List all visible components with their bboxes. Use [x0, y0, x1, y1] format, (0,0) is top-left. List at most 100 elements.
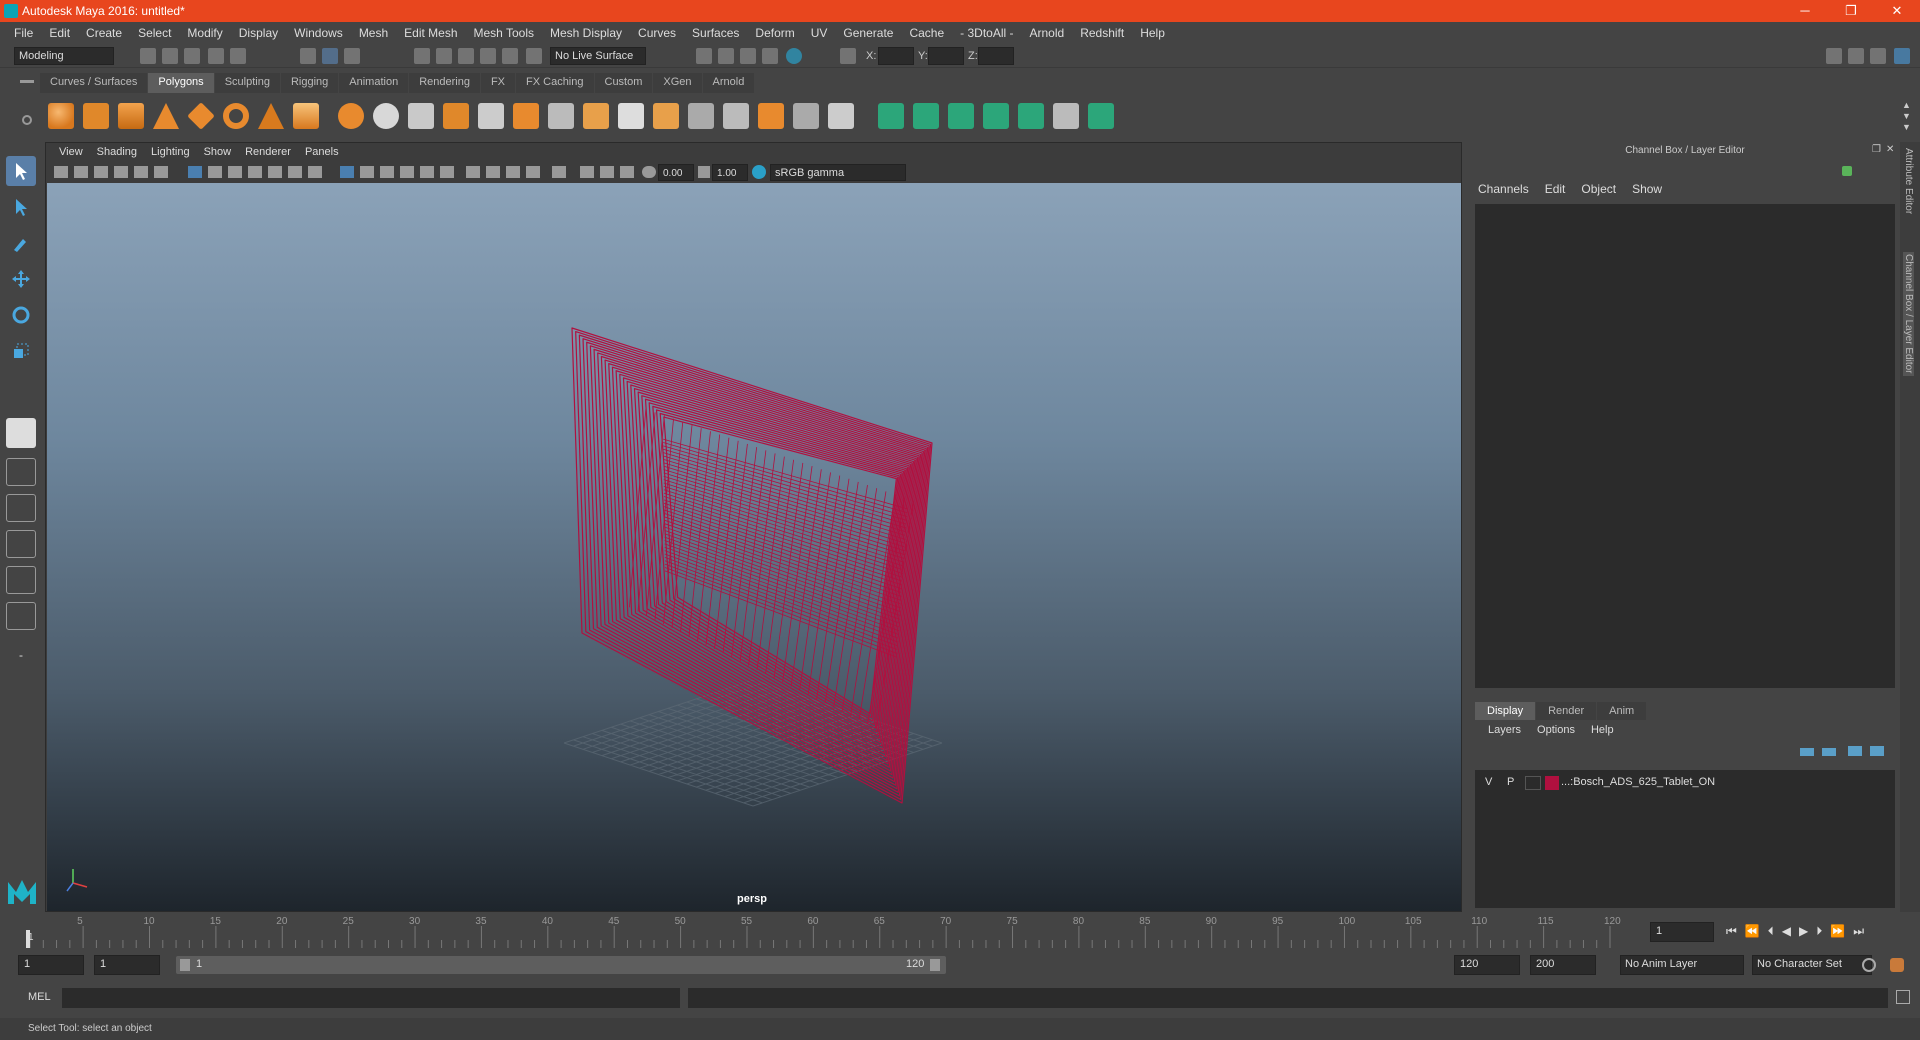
menu-redshift[interactable]: Redshift — [1072, 26, 1132, 40]
combine-icon[interactable] — [338, 103, 364, 129]
cb-menu-channels[interactable]: Channels — [1470, 182, 1537, 196]
select-hierarchy-icon[interactable] — [300, 48, 316, 64]
render-view-icon[interactable] — [696, 48, 712, 64]
exposure-field[interactable]: 0.00 — [658, 164, 694, 181]
uv-editor-icon[interactable] — [1053, 103, 1079, 129]
snap-surface-icon[interactable] — [502, 48, 518, 64]
save-scene-icon[interactable] — [184, 48, 200, 64]
motion-blur-icon[interactable] — [486, 166, 500, 178]
menu-windows[interactable]: Windows — [286, 26, 351, 40]
range-end-handle[interactable] — [930, 959, 940, 971]
use-all-lights-icon[interactable] — [420, 166, 434, 178]
wireframe-icon[interactable] — [340, 166, 354, 178]
menu-arnold[interactable]: Arnold — [1022, 26, 1073, 40]
channel-box-area[interactable] — [1475, 204, 1895, 688]
poly-pyramid-icon[interactable] — [258, 103, 284, 129]
grease-pencil-icon[interactable] — [154, 166, 168, 178]
gamma-icon[interactable] — [698, 166, 710, 178]
poly-plane-icon[interactable] — [187, 102, 215, 130]
planar-mapping-icon[interactable] — [878, 103, 904, 129]
layer-name[interactable]: ...:Bosch_ADS_625_Tablet_ON — [1561, 776, 1715, 788]
tab-custom[interactable]: Custom — [594, 73, 653, 93]
step-back-frame-icon[interactable]: ⏴ — [1768, 924, 1774, 939]
poly-torus-icon[interactable] — [223, 103, 249, 129]
exposure-icon[interactable] — [642, 166, 656, 178]
extrude-icon[interactable] — [583, 103, 609, 129]
cb-menu-object[interactable]: Object — [1573, 182, 1624, 196]
snap-grid-icon[interactable] — [414, 48, 430, 64]
menu-cache[interactable]: Cache — [901, 26, 952, 40]
select-object-icon[interactable] — [322, 48, 338, 64]
tab-anim[interactable]: Anim — [1597, 702, 1647, 720]
shadows-icon[interactable] — [440, 166, 454, 178]
redo-icon[interactable] — [230, 48, 246, 64]
play-backwards-icon[interactable]: ◀ — [1782, 924, 1791, 939]
manipulator-icon[interactable] — [1842, 166, 1852, 176]
layout-hypershade-icon[interactable] — [6, 602, 36, 630]
layout-more-icon[interactable]: - — [6, 644, 36, 666]
transfer-attributes-icon[interactable] — [1018, 103, 1044, 129]
bridge-icon[interactable] — [653, 103, 679, 129]
menu-3dtoall[interactable]: - 3DtoAll - — [952, 26, 1021, 40]
collapse-icon[interactable] — [828, 103, 854, 129]
tab-rendering[interactable]: Rendering — [409, 73, 480, 93]
play-forwards-icon[interactable]: ▶ — [1799, 924, 1808, 939]
depth-of-field-icon[interactable] — [526, 166, 540, 178]
boolean-icon[interactable] — [478, 103, 504, 129]
tab-rigging[interactable]: Rigging — [280, 73, 339, 93]
target-weld-icon[interactable] — [793, 103, 819, 129]
vp-menu-panels[interactable]: Panels — [298, 146, 346, 158]
twod-pan-icon[interactable] — [134, 166, 148, 178]
y-field[interactable] — [928, 47, 964, 65]
new-layer-selected-icon[interactable] — [1870, 746, 1884, 756]
isolate-select-icon[interactable] — [552, 166, 566, 178]
shelf-scroll-icon[interactable]: ▲ ▼ ▼ — [1902, 100, 1911, 133]
float-panel-icon[interactable]: ❐ — [1872, 144, 1881, 155]
menu-help[interactable]: Help — [1132, 26, 1173, 40]
menu-surfaces[interactable]: Surfaces — [684, 26, 747, 40]
go-to-end-icon[interactable]: ⏭ — [1853, 924, 1864, 939]
ipr-render-icon[interactable] — [740, 48, 756, 64]
snap-view-icon[interactable] — [480, 48, 496, 64]
bookmark-icon[interactable] — [94, 166, 108, 178]
xray-joints-icon[interactable] — [600, 166, 614, 178]
command-input[interactable] — [62, 988, 680, 1008]
time-slider[interactable]: 5 10 15 20 25 30 35 40 45 50 55 60 65 70 75 80 85 90 95 100… — [20, 914, 1640, 948]
layout-four-icon[interactable] — [6, 458, 36, 486]
z-field[interactable] — [978, 47, 1014, 65]
menu-select[interactable]: Select — [130, 26, 179, 40]
character-set-dropdown[interactable]: No Character Set — [1752, 955, 1872, 975]
bevel-icon[interactable] — [618, 103, 644, 129]
menu-curves[interactable]: Curves — [630, 26, 684, 40]
step-back-key-icon[interactable]: ⏪ — [1745, 924, 1760, 939]
side-tab-attribute-editor[interactable]: Attribute Editor — [1903, 148, 1914, 214]
gamma-field[interactable]: 1.00 — [712, 164, 748, 181]
tab-polygons[interactable]: Polygons — [148, 73, 214, 93]
tab-sculpting[interactable]: Sculpting — [214, 73, 280, 93]
image-plane-icon[interactable] — [114, 166, 128, 178]
snap-point-icon[interactable] — [458, 48, 474, 64]
film-gate-icon[interactable] — [208, 166, 222, 178]
menu-display[interactable]: Display — [231, 26, 286, 40]
color-management-icon[interactable] — [752, 165, 766, 179]
vp-menu-shading[interactable]: Shading — [90, 146, 144, 158]
poly-cone-icon[interactable] — [153, 103, 179, 129]
tab-fx[interactable]: FX — [480, 73, 516, 93]
menu-create[interactable]: Create — [78, 26, 130, 40]
scale-tool-icon[interactable] — [6, 336, 36, 366]
le-menu-options[interactable]: Options — [1529, 724, 1583, 736]
color-space-dropdown[interactable]: sRGB gamma — [770, 164, 906, 181]
restore-button[interactable]: ❐ — [1828, 0, 1874, 22]
toggle-tool-settings-icon[interactable] — [1870, 48, 1886, 64]
maya-home-logo-icon[interactable] — [6, 876, 38, 906]
layout-side-by-side-icon[interactable] — [6, 494, 36, 522]
shelf-settings-icon[interactable] — [22, 115, 32, 125]
safe-action-icon[interactable] — [288, 166, 302, 178]
transform-constraint-icon[interactable] — [840, 48, 856, 64]
tab-xgen[interactable]: XGen — [653, 73, 702, 93]
layer-visibility-toggle[interactable]: V — [1485, 776, 1492, 788]
xray-icon[interactable] — [580, 166, 594, 178]
cylindrical-mapping-icon[interactable] — [913, 103, 939, 129]
rotate-tool-icon[interactable] — [6, 300, 36, 330]
poly-cylinder-icon[interactable] — [118, 103, 144, 129]
